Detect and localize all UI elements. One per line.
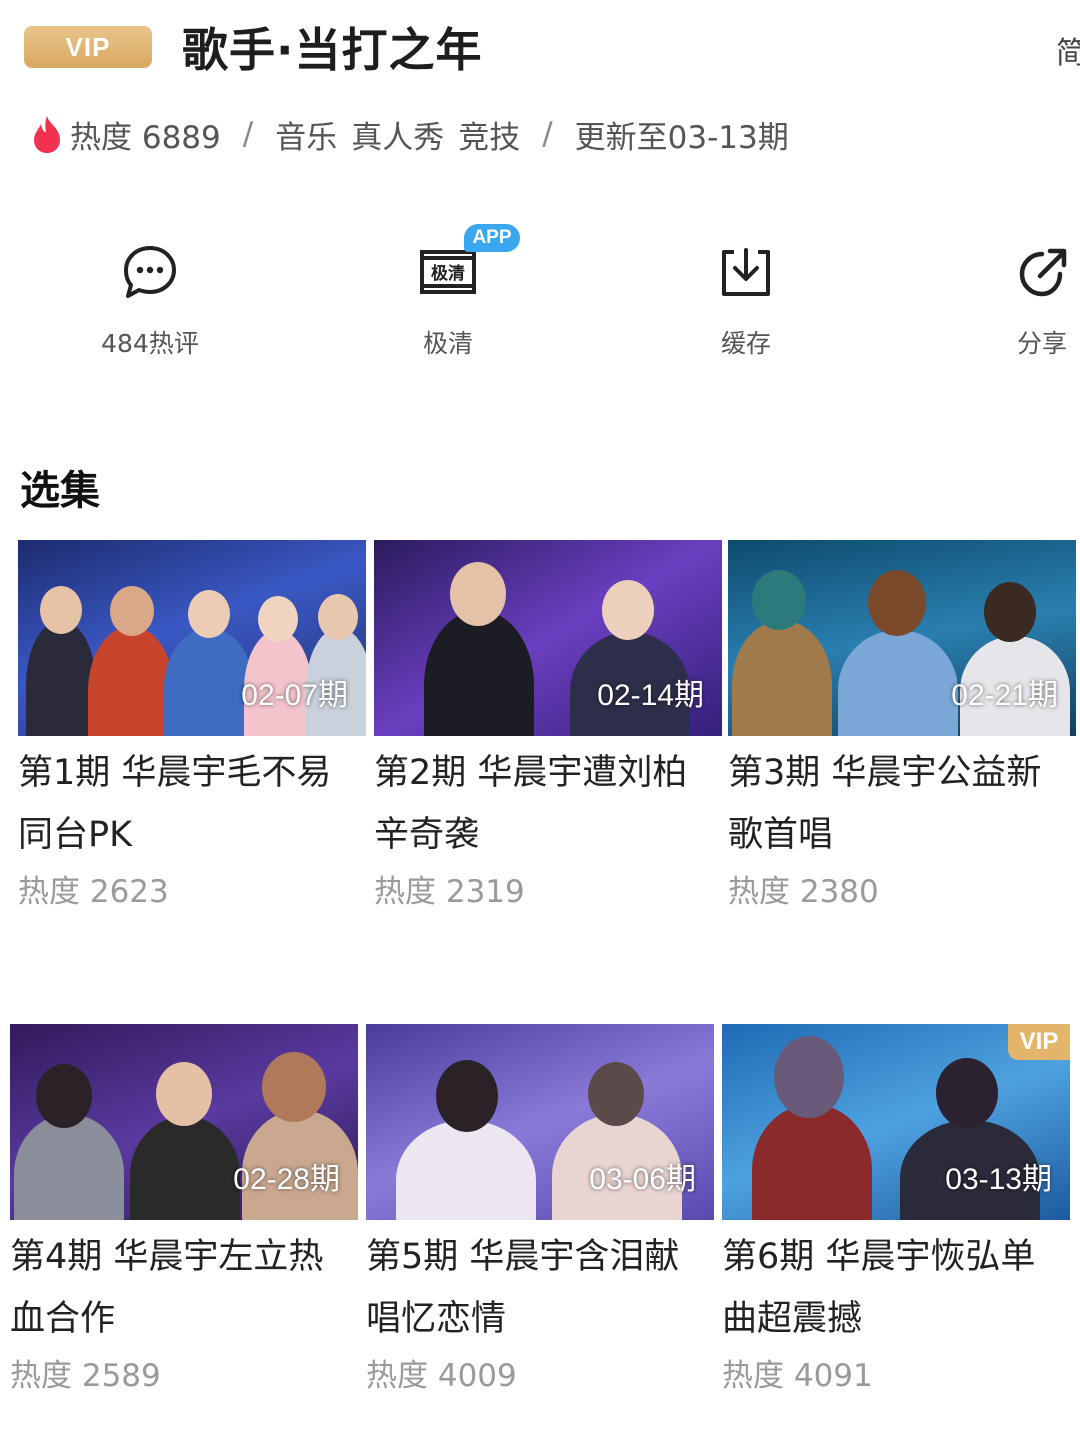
episode-thumbnail[interactable]: VIP 03-13期 bbox=[722, 1024, 1070, 1220]
app-badge: APP bbox=[464, 224, 520, 252]
episode-title[interactable]: 第4期 华晨宇左立热血合作 bbox=[10, 1226, 358, 1350]
genre-tag[interactable]: 真人秀 bbox=[351, 112, 444, 157]
episode-card[interactable]: 02-14期 第2期 华晨宇遭刘柏辛奇袭 热度 2319 bbox=[374, 540, 722, 911]
flame-icon bbox=[34, 116, 60, 153]
episode-title[interactable]: 第2期 华晨宇遭刘柏辛奇袭 bbox=[374, 742, 722, 866]
episode-heat: 热度 2319 bbox=[374, 874, 525, 910]
share-icon bbox=[1019, 248, 1067, 297]
genre-tag[interactable]: 竞技 bbox=[458, 112, 520, 157]
hd-quality-button[interactable]: 极清 极清 bbox=[368, 240, 528, 360]
episode-thumbnail[interactable]: 02-21期 bbox=[728, 540, 1076, 736]
episode-heat: 热度 4009 bbox=[366, 1358, 517, 1394]
episode-date: 03-13期 bbox=[945, 1163, 1052, 1196]
genre-tag[interactable]: 音乐 bbox=[275, 112, 337, 157]
episode-card[interactable]: VIP 03-13期 第6期 华晨宇恢弘单曲超震撼 热度 4091 bbox=[722, 1024, 1070, 1395]
share-label: 分享 bbox=[1016, 329, 1067, 358]
share-button[interactable]: 分享 bbox=[962, 240, 1080, 360]
episode-thumbnail[interactable]: 02-07期 bbox=[18, 540, 366, 736]
episode-date: 02-28期 bbox=[233, 1163, 340, 1196]
episode-card[interactable]: 02-07期 第1期 华晨宇毛不易同台PK 热度 2623 bbox=[18, 540, 366, 911]
episode-card[interactable]: 02-28期 第4期 华晨宇左立热血合作 热度 2589 bbox=[10, 1024, 358, 1395]
episode-heat: 热度 2623 bbox=[18, 874, 169, 910]
episode-date: 03-06期 bbox=[589, 1163, 696, 1196]
meta-separator: / bbox=[542, 116, 553, 152]
vip-badge[interactable]: VIP bbox=[24, 26, 152, 68]
download-label: 缓存 bbox=[720, 329, 771, 358]
language-toggle[interactable]: 简 bbox=[1056, 28, 1080, 72]
update-status: 更新至03-13期 bbox=[574, 119, 789, 156]
hd-label: 极清 bbox=[422, 329, 473, 358]
section-title: 选集 bbox=[20, 468, 100, 514]
comment-icon bbox=[124, 246, 176, 298]
episode-thumbnail[interactable]: 02-28期 bbox=[10, 1024, 358, 1220]
episode-title[interactable]: 第1期 华晨宇毛不易同台PK bbox=[18, 742, 366, 866]
show-heat: 热度 6889 bbox=[70, 119, 221, 156]
download-button[interactable]: 缓存 bbox=[666, 240, 826, 360]
episode-card[interactable]: 03-06期 第5期 华晨宇含泪献唱忆恋情 热度 4009 bbox=[366, 1024, 714, 1395]
episode-title[interactable]: 第3期 华晨宇公益新歌首唱 bbox=[728, 742, 1076, 866]
meta-separator: / bbox=[242, 116, 254, 152]
episode-vip-badge: VIP bbox=[1008, 1024, 1070, 1060]
episode-date: 02-07期 bbox=[241, 679, 348, 712]
episode-title[interactable]: 第6期 华晨宇恢弘单曲超震撼 bbox=[722, 1226, 1070, 1350]
hd-icon-text: 极清 bbox=[431, 263, 465, 284]
episode-title[interactable]: 第5期 华晨宇含泪献唱忆恋情 bbox=[366, 1226, 714, 1350]
comments-button[interactable]: 484热评 bbox=[70, 240, 230, 360]
show-title: 歌手·当打之年 bbox=[182, 23, 483, 77]
episode-thumbnail[interactable]: 03-06期 bbox=[366, 1024, 714, 1220]
episode-heat: 热度 2380 bbox=[728, 874, 879, 910]
episode-heat: 热度 2589 bbox=[10, 1358, 161, 1394]
episode-date: 02-14期 bbox=[597, 679, 704, 712]
comments-label: 484热评 bbox=[101, 329, 199, 358]
episode-date: 02-21期 bbox=[951, 679, 1058, 712]
download-icon bbox=[722, 248, 770, 296]
episode-card[interactable]: 02-21期 第3期 华晨宇公益新歌首唱 热度 2380 bbox=[728, 540, 1076, 911]
show-meta-row: 热度 6889 / 音乐 真人秀 竞技 / 更新至03-13期 bbox=[30, 112, 789, 156]
episode-heat: 热度 4091 bbox=[722, 1358, 873, 1394]
episode-thumbnail[interactable]: 02-14期 bbox=[374, 540, 722, 736]
